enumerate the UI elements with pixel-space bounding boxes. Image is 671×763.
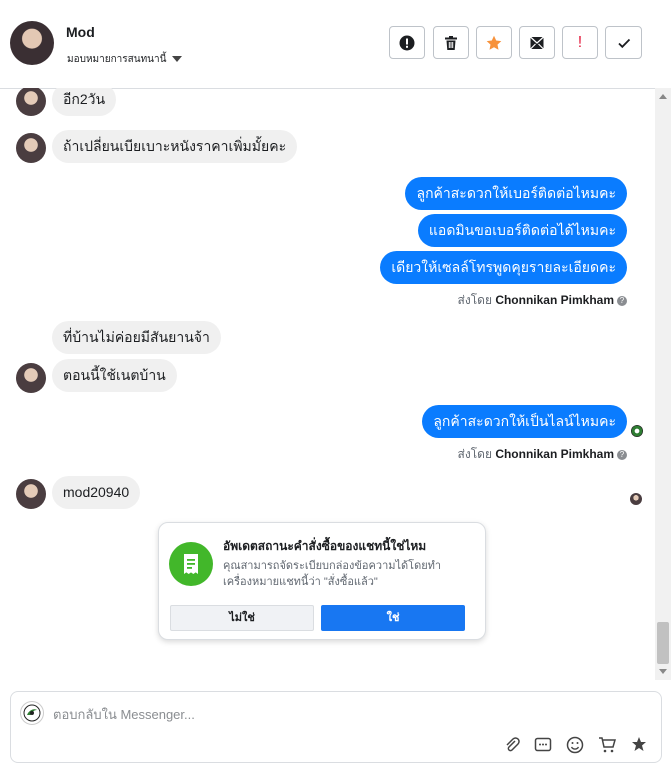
contact-avatar-small bbox=[16, 133, 46, 163]
chat-scrollbar[interactable] bbox=[655, 88, 671, 680]
checkmark-icon bbox=[617, 38, 630, 48]
saved-reply-icon[interactable] bbox=[534, 736, 552, 754]
sent-by-prefix: ส่งโดย bbox=[457, 447, 492, 461]
star-icon bbox=[486, 35, 502, 50]
sent-by-prefix: ส่งโดย bbox=[457, 293, 492, 307]
yes-button[interactable]: ใช่ bbox=[321, 605, 465, 631]
help-icon[interactable]: ? bbox=[617, 295, 627, 306]
sent-by-name[interactable]: Chonnikan Pimkham bbox=[495, 447, 614, 461]
conversation-header: Mod มอบหมายการสนทนานี้ ! bbox=[0, 0, 671, 89]
no-button[interactable]: ไม่ใช่ bbox=[170, 605, 314, 631]
reply-composer bbox=[10, 691, 662, 763]
mark-unread-button[interactable] bbox=[519, 26, 555, 59]
read-receipt-page-icon bbox=[631, 425, 643, 437]
contact-avatar[interactable] bbox=[10, 21, 54, 65]
scroll-up-arrow-icon[interactable] bbox=[659, 94, 667, 99]
incoming-message[interactable]: อีก2วัน bbox=[52, 88, 117, 116]
star-button[interactable] bbox=[476, 26, 512, 59]
mark-done-button[interactable] bbox=[605, 26, 642, 59]
emoji-icon[interactable] bbox=[566, 736, 584, 754]
scroll-down-arrow-icon[interactable] bbox=[659, 669, 667, 674]
cart-icon[interactable] bbox=[598, 736, 616, 754]
reply-input[interactable] bbox=[53, 705, 473, 723]
caret-down-icon bbox=[172, 56, 183, 63]
incoming-message[interactable]: ถ้าเปลี่ยนเบียเบาะหนังราคาเพิ่มมั้ยคะ bbox=[52, 130, 298, 163]
attachment-icon[interactable] bbox=[503, 736, 521, 754]
contact-avatar-small bbox=[16, 479, 46, 509]
outgoing-message[interactable]: แอดมินขอเบอร์ติดต่อได้ไหมคะ bbox=[417, 214, 627, 247]
order-prompt-body: คุณสามารถจัดระเบียบกล่องข้อความได้โดยทำเ… bbox=[223, 560, 442, 588]
seen-avatar-icon bbox=[630, 493, 642, 505]
help-icon[interactable]: ? bbox=[617, 449, 627, 460]
scrollbar-thumb[interactable] bbox=[657, 622, 669, 664]
sent-by-label: ส่งโดย Chonnikan Pimkham? bbox=[458, 445, 627, 464]
contact-name[interactable]: Mod bbox=[66, 24, 95, 40]
like-icon[interactable] bbox=[630, 736, 648, 754]
outgoing-message[interactable]: ลูกค้าสะดวกให้เป็นไลน์ไหมคะ bbox=[422, 405, 627, 438]
trash-icon bbox=[445, 35, 457, 50]
assign-conversation-dropdown[interactable]: มอบหมายการสนทนานี้ bbox=[67, 52, 183, 67]
order-prompt-title: อัพเดตสถานะคำสั่งซื้อของแชทนี้ใช่ไหม bbox=[223, 539, 427, 553]
order-receipt-icon bbox=[169, 542, 213, 586]
incoming-message[interactable]: ตอนนี้ใช้เนตบ้าน bbox=[52, 359, 177, 392]
sent-by-label: ส่งโดย Chonnikan Pimkham? bbox=[458, 291, 627, 310]
order-status-prompt: อัพเดตสถานะคำสั่งซื้อของแชทนี้ใช่ไหม คุณ… bbox=[158, 522, 486, 640]
mark-spam-button[interactable] bbox=[389, 26, 425, 59]
assign-label: มอบหมายการสนทนานี้ bbox=[67, 54, 167, 65]
spam-icon bbox=[399, 35, 415, 50]
outgoing-message[interactable]: ลูกค้าสะดวกให้เบอร์ติดต่อไหมคะ bbox=[405, 177, 627, 210]
contact-avatar-small bbox=[16, 363, 46, 393]
delete-button[interactable] bbox=[433, 26, 469, 59]
sent-by-name[interactable]: Chonnikan Pimkham bbox=[495, 293, 614, 307]
incoming-message[interactable]: ที่บ้านไม่ค่อยมีสันยานจ้า bbox=[52, 321, 221, 354]
incoming-message[interactable]: mod20940 bbox=[52, 476, 141, 509]
outgoing-message[interactable]: เดียวให้เซลล์โทรพูดคุยรายละเอียดคะ bbox=[380, 251, 627, 284]
envelope-icon bbox=[530, 36, 544, 49]
page-avatar bbox=[20, 701, 44, 725]
contact-avatar-small bbox=[16, 88, 46, 116]
follow-up-button[interactable]: ! bbox=[562, 26, 598, 59]
follow-up-icon: ! bbox=[577, 33, 583, 51]
